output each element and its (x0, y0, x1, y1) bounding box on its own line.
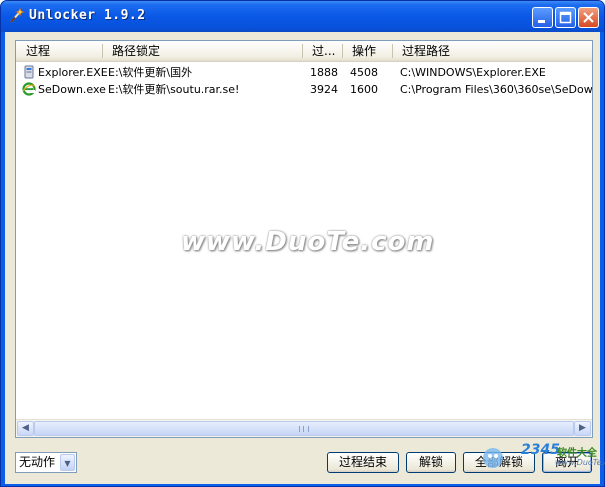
explorer-icon (24, 65, 34, 79)
unlocker-window: Unlocker 1.9.2 过程 路径锁定 过... 操作 过程路径 Expl… (0, 0, 605, 487)
quit-button[interactable]: 离开 (542, 452, 592, 473)
action-select-value: 无动作 (19, 455, 56, 469)
horizontal-scrollbar[interactable]: ◀ ▶ (16, 419, 592, 437)
minimize-button[interactable] (532, 7, 553, 28)
column-separator[interactable] (102, 44, 103, 58)
action-select[interactable]: 无动作 ▼ (15, 452, 77, 473)
grip-icon (299, 426, 309, 432)
unlock-button[interactable]: 解锁 (406, 452, 456, 473)
process-id: 3924 (310, 83, 338, 96)
window-title: Unlocker 1.9.2 (29, 8, 146, 23)
table-row[interactable]: SeDown.exe E:\软件更新\soutu.rar.se! 3924 16… (16, 81, 592, 98)
chevron-left-icon: ◀ (22, 423, 29, 433)
column-header-handle[interactable]: 操作 (346, 41, 392, 61)
minimize-icon (538, 20, 545, 23)
client-area: 过程 路径锁定 过... 操作 过程路径 Explorer.EXE E:\软件更… (5, 32, 605, 484)
handle: 4508 (350, 66, 378, 79)
list-header: 过程 路径锁定 过... 操作 过程路径 (16, 41, 592, 62)
column-header-process[interactable]: 过程 (20, 41, 102, 61)
scroll-right-button[interactable]: ▶ (574, 421, 591, 436)
chevron-down-icon[interactable]: ▼ (60, 454, 75, 471)
process-name: Explorer.EXE (38, 66, 108, 79)
column-separator[interactable] (342, 44, 343, 58)
column-separator[interactable] (392, 44, 393, 58)
process-name: SeDown.exe (38, 83, 106, 96)
locked-path: E:\软件更新\国外 (108, 66, 193, 79)
process-path: C:\WINDOWS\Explorer.EXE (400, 66, 546, 79)
maximize-button[interactable] (555, 7, 576, 28)
column-separator[interactable] (302, 44, 303, 58)
column-header-process-path[interactable]: 过程路径 (396, 41, 592, 61)
handle: 1600 (350, 83, 378, 96)
unlock-all-button[interactable]: 全部解锁 (463, 452, 535, 473)
column-header-locked-path[interactable]: 路径锁定 (106, 41, 302, 61)
column-header-pid[interactable]: 过... (306, 41, 342, 61)
process-path: C:\Program Files\360\360se\SeDow... (400, 83, 592, 96)
scroll-thumb[interactable] (34, 421, 574, 436)
watermark: www.DuoTe.com (181, 227, 435, 257)
wand-icon (10, 7, 25, 23)
table-row[interactable]: Explorer.EXE E:\软件更新\国外 1888 4508 C:\WIN… (16, 64, 592, 81)
ie-icon (22, 82, 36, 96)
close-button[interactable] (578, 7, 599, 28)
maximize-icon (559, 11, 572, 24)
chevron-right-icon: ▶ (579, 423, 586, 433)
kill-process-button[interactable]: 过程结束 (327, 452, 399, 473)
scroll-left-button[interactable]: ◀ (17, 421, 34, 436)
title-bar[interactable]: Unlocker 1.9.2 (1, 1, 604, 32)
process-id: 1888 (310, 66, 338, 79)
locked-path: E:\软件更新\soutu.rar.se! (108, 83, 240, 96)
close-icon (583, 12, 594, 23)
